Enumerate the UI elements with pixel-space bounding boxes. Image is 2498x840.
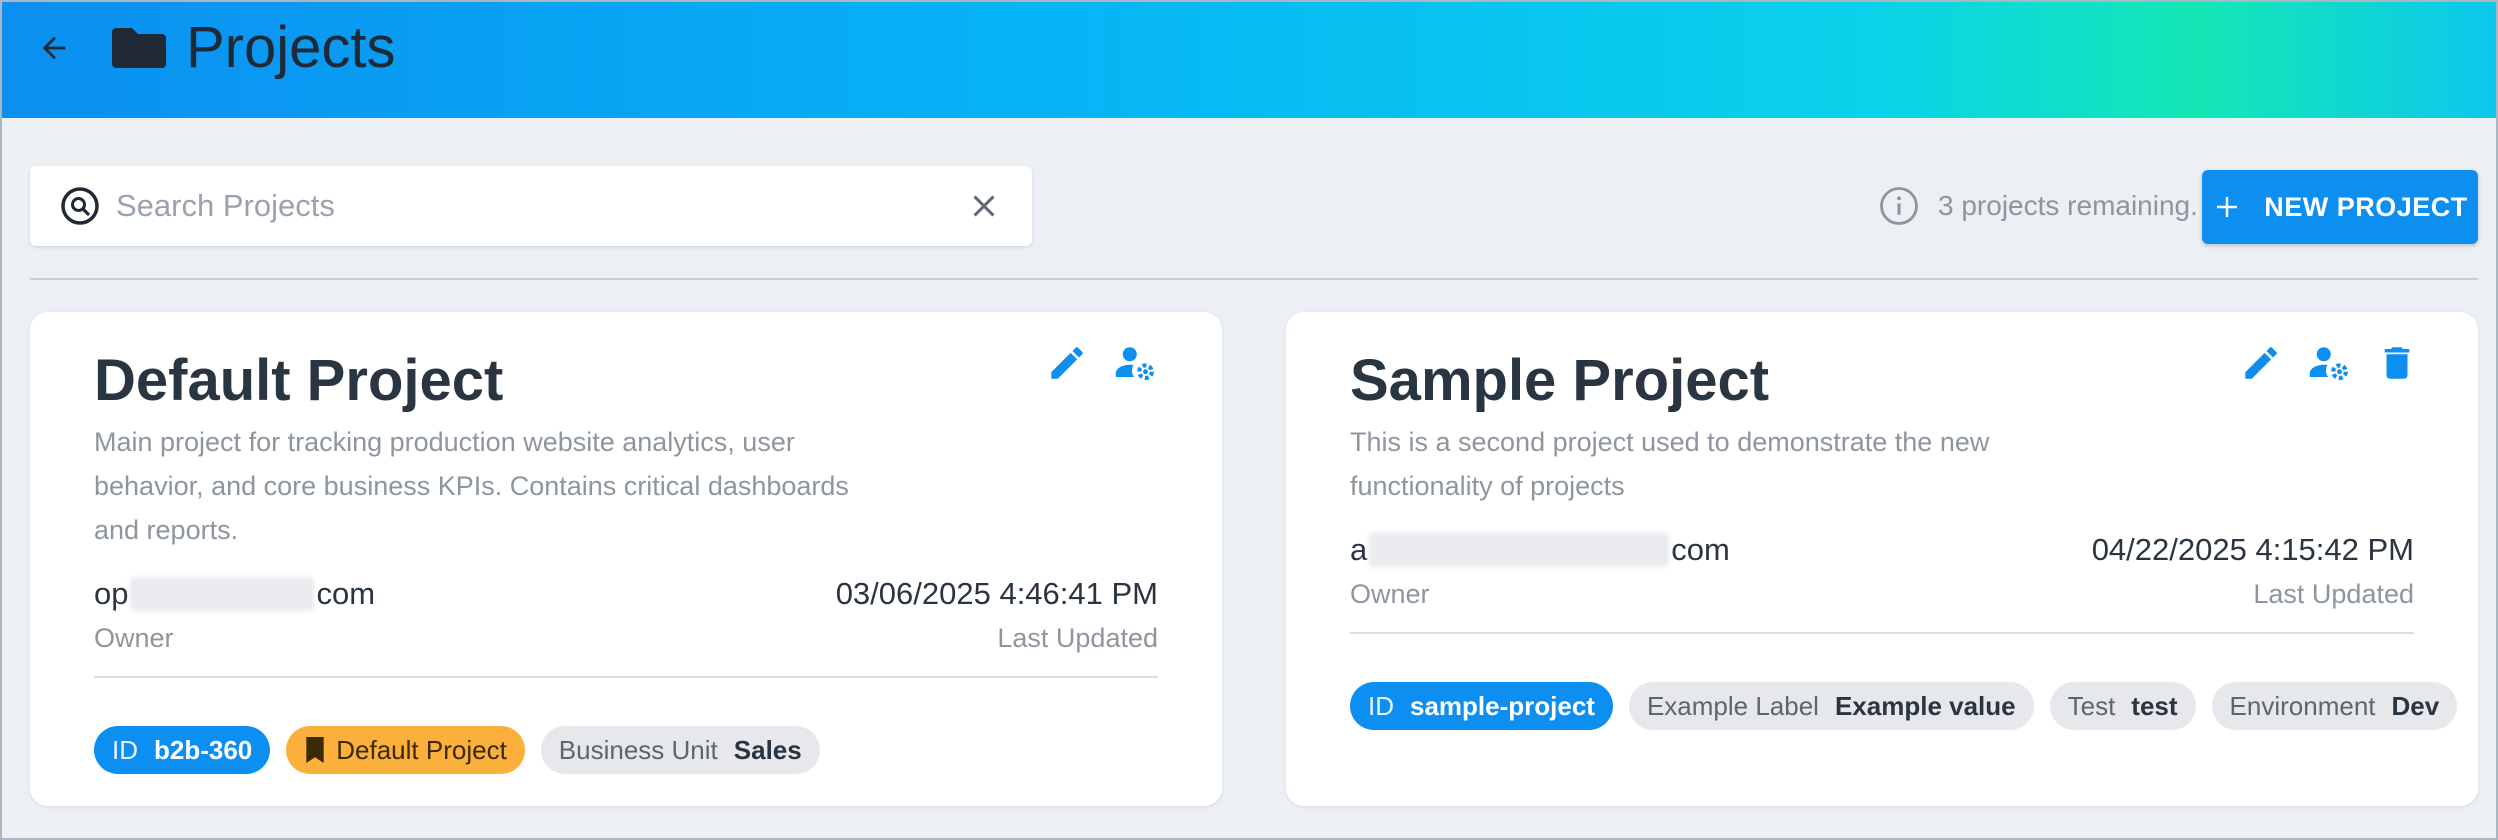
owner-email-start: a bbox=[1350, 532, 1368, 567]
last-updated-label: Last Updated bbox=[997, 623, 1158, 653]
edit-icon[interactable] bbox=[2240, 342, 2282, 384]
chip-key: ID bbox=[112, 734, 138, 765]
edit-icon[interactable] bbox=[1046, 342, 1088, 384]
folder-icon bbox=[112, 28, 166, 68]
new-project-label: NEW PROJECT bbox=[2264, 191, 2468, 222]
project-description: Main project for tracking production web… bbox=[94, 427, 849, 545]
owner-email: op com bbox=[94, 574, 375, 614]
user-settings-icon[interactable] bbox=[2308, 342, 2350, 384]
remaining-text: 3 projects remaining. bbox=[1938, 190, 2198, 221]
project-id-chip: ID sample-project bbox=[1350, 682, 1613, 730]
chip-key: Example Label bbox=[1646, 690, 1819, 721]
search-box bbox=[30, 166, 1032, 246]
chip-value: sample-project bbox=[1410, 690, 1595, 721]
delete-icon[interactable] bbox=[2376, 342, 2418, 384]
default-project-badge: Default Project bbox=[286, 726, 525, 774]
chip-key: Test bbox=[2067, 690, 2116, 721]
search-input[interactable] bbox=[116, 180, 936, 232]
new-project-button[interactable]: NEW PROJECT bbox=[2202, 170, 2478, 244]
arrow-left-icon bbox=[42, 36, 66, 60]
app-window: Projects 3 projects remaining. NEW PROJE… bbox=[0, 0, 2498, 840]
user-settings-icon[interactable] bbox=[1114, 342, 1156, 384]
chip-value: Example value bbox=[1834, 690, 2016, 721]
project-description: This is a second project used to demonst… bbox=[1350, 427, 1990, 501]
label-chip: Business Unit Sales bbox=[540, 726, 820, 774]
owner-email: a com bbox=[1350, 530, 1730, 570]
project-title: Sample Project bbox=[1350, 348, 1770, 413]
chip-key: Business Unit bbox=[558, 734, 718, 765]
chip-value: Sales bbox=[733, 734, 802, 765]
label-chip: Test test bbox=[2049, 682, 2196, 730]
owner-label: Owner bbox=[94, 623, 174, 653]
owner-label: Owner bbox=[1350, 579, 1430, 609]
project-tags: ID b2b-360 Default Project Business Unit… bbox=[94, 726, 820, 774]
label-chip: Example Label Example value bbox=[1628, 682, 2034, 730]
chip-value: Dev bbox=[2391, 690, 2440, 721]
close-icon[interactable] bbox=[966, 188, 1002, 224]
project-card[interactable]: Default Project Main project for trackin… bbox=[30, 312, 1222, 806]
back-button[interactable] bbox=[30, 20, 78, 76]
project-tags: ID sample-project Example Label Example … bbox=[1350, 682, 2458, 730]
project-card[interactable]: Sample Project This is a second project … bbox=[1286, 312, 2478, 806]
info-icon bbox=[1880, 187, 1918, 225]
last-updated-label: Last Updated bbox=[2253, 579, 2414, 609]
owner-email-end: com bbox=[316, 576, 376, 611]
default-badge-label: Default Project bbox=[336, 734, 507, 765]
chip-value: b2b-360 bbox=[154, 734, 253, 765]
bookmark-icon bbox=[306, 737, 324, 763]
redacted-block bbox=[1369, 533, 1670, 567]
card-actions bbox=[2240, 342, 2418, 384]
redacted-block bbox=[130, 577, 315, 611]
section-divider bbox=[30, 278, 2478, 280]
card-divider bbox=[1350, 632, 2414, 634]
chip-key: ID bbox=[1368, 690, 1394, 721]
plus-icon bbox=[2217, 197, 2238, 217]
search-icon bbox=[61, 187, 99, 225]
last-updated-date: 04/22/2025 4:15:42 PM bbox=[2091, 532, 2414, 567]
projects-remaining: 3 projects remaining. bbox=[1878, 184, 2198, 228]
project-id-chip: ID b2b-360 bbox=[94, 726, 271, 774]
page-title: Projects bbox=[186, 15, 396, 80]
chip-key: Environment bbox=[2229, 690, 2376, 721]
label-chip: Environment Dev bbox=[2211, 682, 2458, 730]
owner-email-start: op bbox=[94, 576, 129, 611]
last-updated-date: 03/06/2025 4:46:41 PM bbox=[835, 576, 1158, 611]
card-actions bbox=[1046, 342, 1156, 384]
owner-email-end: com bbox=[1671, 532, 1730, 567]
chip-value: test bbox=[2131, 690, 2178, 721]
app-header: Projects bbox=[2, 2, 2496, 118]
project-title: Default Project bbox=[94, 348, 504, 413]
card-divider bbox=[94, 676, 1158, 678]
